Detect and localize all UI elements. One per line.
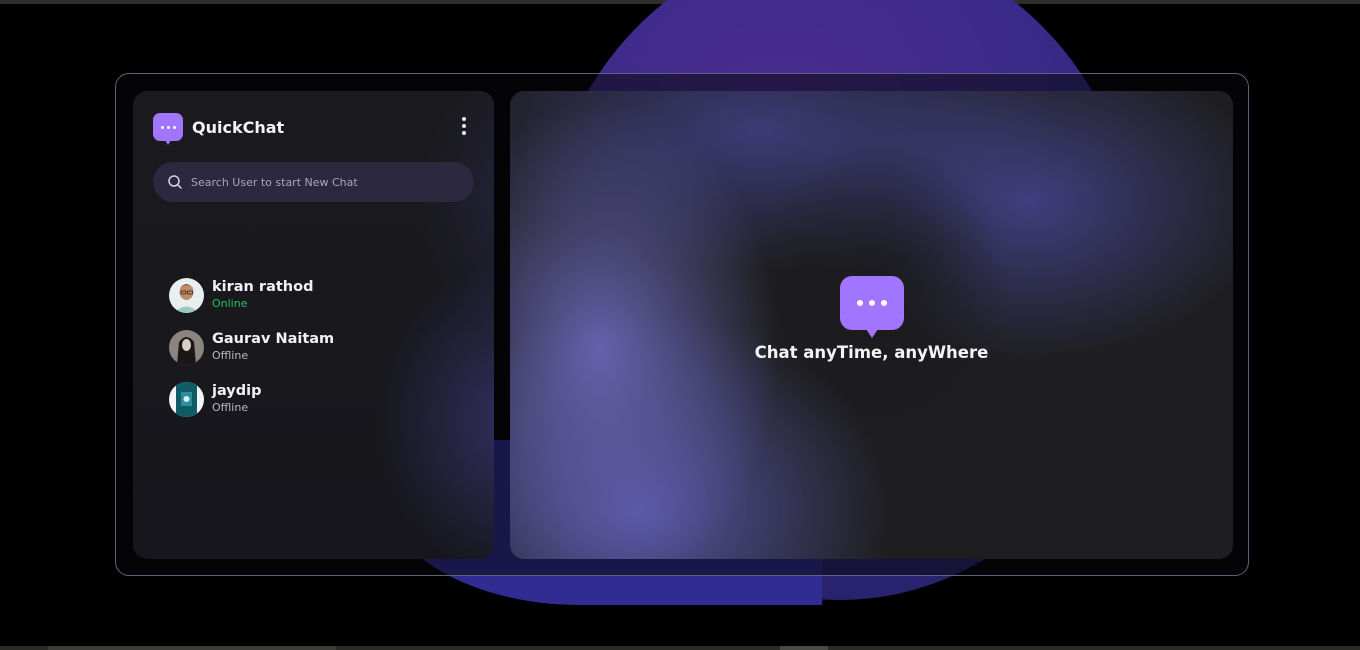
search-input[interactable] [189,174,463,190]
user-name: Gaurav Naitam [212,331,335,347]
user-status: Offline [212,401,249,414]
user-name: jaydip [212,383,262,399]
bottom-edge-strip [0,646,1360,650]
user-name: kiran rathod [212,279,314,295]
user-item-kiran-rathod[interactable]: kiran rathod Online [169,269,334,321]
search-icon [168,175,182,189]
search-bar[interactable] [153,162,474,202]
app-name: QuickChat [192,117,285,137]
welcome-placeholder: Chat anyTime, anyWhere [510,276,1233,362]
user-item-jaydip[interactable]: jaydip Offline [169,373,334,425]
avatar [169,381,204,417]
brand: QuickChat [153,111,285,145]
avatar [169,329,204,365]
sidebar: QuickChat kiran rathod [133,91,494,559]
more-vertical-icon[interactable] [457,117,471,135]
chat-panel: Chat anyTime, anyWhere [510,91,1233,559]
welcome-text: Chat anyTime, anyWhere [754,343,989,362]
user-status: Offline [212,349,249,362]
chat-bubble-icon [839,276,904,338]
avatar [169,277,204,313]
user-list: kiran rathod Online Gaurav Naitam Offlin… [169,269,334,425]
user-item-gaurav-naitam[interactable]: Gaurav Naitam Offline [169,321,334,373]
user-status: Online [212,297,248,310]
chat-logo-icon [153,113,183,145]
